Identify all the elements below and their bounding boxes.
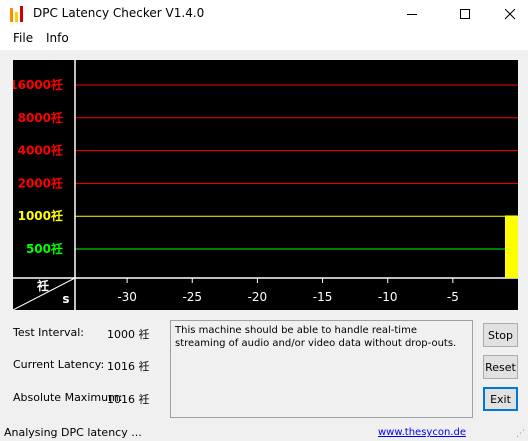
close-icon: [505, 9, 516, 20]
corner-unit-label: 祍: [36, 278, 49, 293]
x-tick-label: -25: [182, 290, 202, 304]
chart-background: [13, 60, 518, 310]
y-tick-label: 1000祍: [18, 208, 63, 223]
minimize-button[interactable]: [396, 0, 429, 28]
close-button[interactable]: [494, 0, 527, 28]
maximize-button[interactable]: [449, 0, 482, 28]
status-message: This machine should be able to handle re…: [170, 320, 473, 418]
x-tick-label: -5: [447, 290, 459, 304]
title-bar: DPC Latency Checker V1.4.0: [0, 0, 528, 28]
current-latency-value: 1016 祍: [107, 360, 150, 373]
reset-button[interactable]: Reset: [483, 355, 518, 379]
y-tick-label: 16000祍: [13, 77, 63, 92]
current-latency-label: Current Latency:: [13, 358, 105, 371]
y-tick-label: 500祍: [26, 241, 63, 256]
latency-chart-canvas: 16000祍 8000祍 4000祍 2000祍 1000祍 500祍祍s -30 -25 -2…: [13, 60, 518, 310]
y-tick-label: 4000祍: [18, 143, 63, 158]
status-bar: Analysing DPC latency ... www.thesycon.d…: [0, 424, 528, 441]
menu-bar: File Info: [0, 28, 528, 50]
stop-button[interactable]: Stop: [483, 323, 518, 347]
x-tick-label: -30: [117, 290, 137, 304]
menu-info[interactable]: Info: [46, 31, 69, 45]
latency-bar: [504, 215, 518, 278]
website-link[interactable]: www.thesycon.de: [378, 427, 466, 438]
window-title: DPC Latency Checker V1.4.0: [33, 6, 205, 20]
test-interval-value: 1000 祍: [107, 328, 150, 341]
minimize-icon: [407, 14, 417, 15]
app-icon: [10, 6, 23, 22]
y-tick-label: 2000祍: [18, 175, 63, 190]
x-tick-label: -10: [378, 290, 398, 304]
x-unit-label: s: [62, 292, 69, 306]
status-text: Analysing DPC latency ...: [4, 426, 142, 439]
exit-button[interactable]: Exit: [483, 387, 518, 411]
menu-file[interactable]: File: [13, 31, 33, 45]
x-tick-label: -15: [313, 290, 333, 304]
resize-grip-icon[interactable]: ⋰: [516, 429, 525, 439]
x-tick-label: -20: [248, 290, 268, 304]
absolute-maximum-value: 1016 祍: [107, 393, 150, 406]
test-interval-label: Test Interval:: [13, 326, 84, 339]
maximize-icon: [460, 9, 470, 19]
y-tick-label: 8000祍: [18, 110, 63, 125]
latency-chart: 16000祍 8000祍 4000祍 2000祍 1000祍 500祍祍 s -30 -25 -2…: [13, 60, 518, 310]
